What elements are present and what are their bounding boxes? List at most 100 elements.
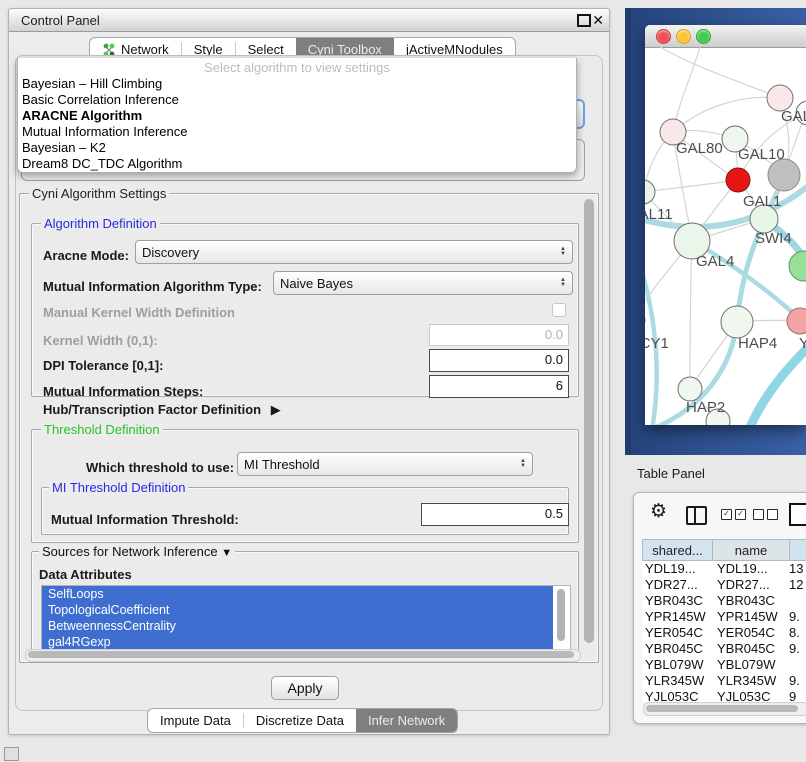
dropdown-item[interactable]: Bayesian – Hill Climbing bbox=[18, 76, 576, 92]
combo-arrows-icon: ▲▼ bbox=[560, 247, 566, 257]
table-horizontal-scrollbar[interactable] bbox=[643, 702, 806, 716]
file-icon[interactable] bbox=[789, 503, 806, 526]
mac-zoom-icon[interactable] bbox=[696, 29, 711, 44]
threshold-definition-title: Threshold Definition bbox=[41, 422, 163, 437]
column-header-clipped[interactable] bbox=[789, 539, 806, 561]
column-header-shared[interactable]: shared... bbox=[642, 539, 712, 561]
node-gal11[interactable] bbox=[645, 180, 655, 204]
control-panel-titlebar[interactable]: Control Panel ✕ bbox=[9, 9, 609, 32]
panel-title: Control Panel bbox=[21, 13, 100, 28]
mi-type-label: Mutual Information Algorithm Type: bbox=[43, 279, 262, 294]
node-hap2[interactable] bbox=[678, 377, 702, 401]
list-vertical-scrollbar[interactable] bbox=[557, 589, 565, 641]
list-item[interactable]: TopologicalCoefficient bbox=[42, 602, 553, 618]
column-layout-icon[interactable] bbox=[686, 506, 707, 525]
table-row[interactable]: YDL19...YDL19...13 bbox=[642, 561, 806, 577]
dropdown-item[interactable]: Bayesian – K2 bbox=[18, 140, 576, 156]
dropdown-item[interactable]: Dream8 DC_TDC Algorithm bbox=[18, 156, 576, 172]
close-icon[interactable]: ✕ bbox=[592, 14, 604, 26]
dpi-tolerance-input[interactable]: 0.0 bbox=[429, 349, 569, 372]
node-label-hap2: HAP2 bbox=[686, 399, 725, 416]
algorithm-definition-title: Algorithm Definition bbox=[41, 216, 160, 231]
node-label-gal1: GAL1 bbox=[743, 193, 781, 210]
table-panel-title: Table Panel bbox=[637, 466, 705, 481]
dpi-tolerance-label: DPI Tolerance [0,1]: bbox=[43, 358, 163, 373]
node-gray[interactable] bbox=[768, 159, 800, 191]
data-attributes-label: Data Attributes bbox=[39, 567, 132, 582]
gear-icon[interactable]: ⚙ bbox=[650, 500, 667, 523]
which-threshold-label: Which threshold to use: bbox=[86, 460, 234, 475]
mi-threshold-group-title: MI Threshold Definition bbox=[49, 480, 188, 495]
table-row[interactable]: YER054CYER054C8. bbox=[642, 625, 806, 641]
table-body: YDL19...YDL19...13 YDR27...YDR27...12 YB… bbox=[642, 561, 806, 702]
network-window: GAL GAL80 GAL10 GAL1 GAL11 SWI4 GAL4 GCY… bbox=[645, 25, 806, 425]
table-row[interactable]: YDR27...YDR27...12 bbox=[642, 577, 806, 593]
list-item[interactable]: BetweennessCentrality bbox=[42, 618, 553, 634]
mi-threshold-input[interactable]: 0.5 bbox=[421, 503, 569, 526]
node-label-gal80: GAL80 bbox=[676, 140, 723, 157]
dropdown-placeholder: Select algorithm to view settings bbox=[18, 58, 576, 76]
hub-section-toggle[interactable]: Hub/Transcription Factor Definition ▶ bbox=[43, 402, 281, 418]
node-label-gcy1: GCY1 bbox=[645, 335, 669, 352]
list-item[interactable]: gal4RGexp bbox=[42, 634, 553, 650]
aracne-mode-label: Aracne Mode: bbox=[43, 248, 129, 263]
column-header-name[interactable]: name bbox=[712, 539, 789, 561]
node-label-gal4: GAL4 bbox=[696, 253, 734, 270]
which-threshold-combo[interactable]: MI Threshold ▲▼ bbox=[237, 452, 533, 476]
table-row[interactable]: YPR145WYPR145W9. bbox=[642, 609, 806, 625]
mi-threshold-label: Mutual Information Threshold: bbox=[51, 512, 239, 527]
aracne-mode-combo[interactable]: Discovery ▲▼ bbox=[135, 240, 573, 264]
settings-vertical-scrollbar[interactable] bbox=[584, 199, 594, 643]
node-hap4[interactable] bbox=[721, 306, 753, 338]
mac-minimize-icon[interactable] bbox=[676, 29, 691, 44]
node-label-hap4: HAP4 bbox=[738, 335, 777, 352]
combo-arrows-icon: ▲▼ bbox=[560, 278, 566, 288]
table-header: shared... name bbox=[642, 539, 806, 561]
combo-arrows-icon: ▲▼ bbox=[520, 459, 526, 469]
network-window-titlebar[interactable] bbox=[645, 25, 806, 48]
node-label-gal10: GAL10 bbox=[738, 146, 785, 163]
manual-kernel-label: Manual Kernel Width Definition bbox=[43, 305, 235, 320]
node-label-swi4: SWI4 bbox=[755, 230, 792, 247]
screen: Control Panel ✕ Network Style Select Cyn… bbox=[0, 0, 806, 762]
table-row[interactable]: YJL053CYJL053C9 bbox=[642, 689, 806, 702]
table-row[interactable]: YBL079WYBL079W bbox=[642, 657, 806, 673]
table-row[interactable]: YLR345WYLR345W9. bbox=[642, 673, 806, 689]
dropdown-item[interactable]: Basic Correlation Inference bbox=[18, 92, 576, 108]
kernel-width-label: Kernel Width (0,1): bbox=[43, 333, 158, 348]
sources-group-toggle[interactable]: Sources for Network Inference ▼ bbox=[39, 544, 235, 559]
tab-infer-network[interactable]: Infer Network bbox=[356, 709, 457, 732]
algorithm-dropdown-popup: Select algorithm to view settings Bayesi… bbox=[17, 58, 577, 173]
mi-steps-input[interactable]: 6 bbox=[429, 375, 569, 398]
node-label-y: Y bbox=[799, 335, 806, 352]
dropdown-item[interactable]: Mutual Information Inference bbox=[18, 124, 576, 140]
data-attributes-list: SelfLoops TopologicalCoefficient Between… bbox=[41, 585, 571, 651]
select-all-checkboxes-icon[interactable]: ✓✓ bbox=[721, 509, 746, 520]
settings-horizontal-scrollbar[interactable] bbox=[25, 649, 581, 662]
frame-shadow-edge bbox=[625, 8, 631, 455]
tab-impute-data[interactable]: Impute Data bbox=[148, 709, 243, 732]
dock-square-icon[interactable] bbox=[4, 747, 19, 761]
mi-steps-label: Mutual Information Steps: bbox=[43, 384, 203, 399]
collapse-down-icon: ▼ bbox=[221, 547, 232, 559]
deselect-all-checkboxes-icon[interactable] bbox=[753, 509, 778, 520]
tab-discretize-data[interactable]: Discretize Data bbox=[244, 709, 356, 732]
dropdown-item-selected[interactable]: ARACNE Algorithm bbox=[18, 108, 576, 124]
table-row[interactable]: YBR043CYBR043C bbox=[642, 593, 806, 609]
manual-kernel-checkbox[interactable] bbox=[552, 303, 566, 317]
list-item[interactable]: SelfLoops bbox=[42, 586, 553, 602]
table-row[interactable]: YBR045CYBR045C9. bbox=[642, 641, 806, 657]
cyni-bottom-tabs: Impute Data Discretize Data Infer Networ… bbox=[147, 708, 458, 733]
kernel-width-input[interactable]: 0.0 bbox=[429, 324, 569, 346]
node-gal1-red[interactable] bbox=[726, 168, 750, 192]
node-label-gal11: GAL11 bbox=[645, 206, 673, 223]
node-bright-green[interactable] bbox=[789, 251, 806, 281]
table-panel-area: Table Panel ⚙ ✓✓ shared... name YDL19...… bbox=[625, 455, 806, 762]
expand-right-icon: ▶ bbox=[271, 402, 281, 417]
node-label-gal2: GAL bbox=[781, 108, 806, 125]
apply-button[interactable]: Apply bbox=[271, 676, 339, 700]
float-icon[interactable] bbox=[577, 14, 591, 27]
mi-type-combo[interactable]: Naive Bayes ▲▼ bbox=[273, 271, 573, 295]
control-panel-window: Control Panel ✕ Network Style Select Cyn… bbox=[8, 8, 610, 735]
mac-close-icon[interactable] bbox=[656, 29, 671, 44]
